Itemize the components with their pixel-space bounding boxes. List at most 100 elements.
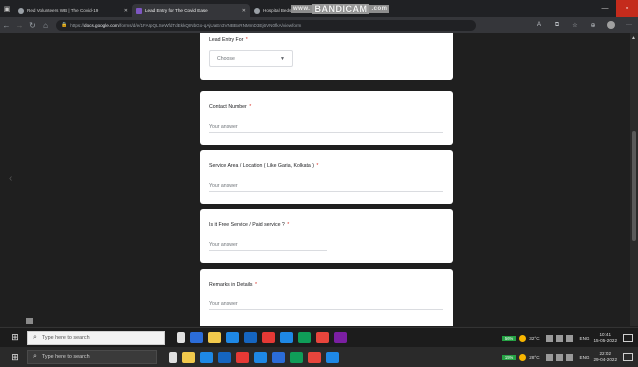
globe-icon: [254, 7, 260, 14]
clock-date: 29-04-2022: [593, 357, 618, 362]
google-forms-icon: [136, 7, 142, 14]
more-menu-icon[interactable]: ···: [620, 22, 638, 28]
service-area-input[interactable]: Your answer: [209, 183, 238, 189]
recorder-icon[interactable]: [334, 332, 347, 343]
cortana-icon[interactable]: [177, 332, 185, 343]
outlook-icon[interactable]: [280, 332, 293, 343]
cortana-icon[interactable]: [169, 351, 177, 363]
taskbar-search-input[interactable]: ⌕ Type here to search: [27, 330, 165, 345]
network-icon[interactable]: [555, 353, 563, 361]
windows-start-icon[interactable]: ⊞: [8, 350, 22, 364]
word-icon[interactable]: [326, 351, 339, 363]
question-card-contact-number: Contact Number * Your answer: [200, 91, 453, 145]
page-scrollbar[interactable]: ▲: [630, 33, 638, 326]
notifications-icon[interactable]: [623, 353, 633, 361]
clock[interactable]: 10:41 15-05-2022: [594, 332, 618, 344]
scrollbar-thumb[interactable]: [632, 131, 636, 241]
page-viewport: ‹ Lead Entry For * Choose ▼ Contact Numb…: [0, 33, 638, 326]
question-title-text: Remarks in Details: [209, 282, 253, 288]
clock-date: 15-05-2022: [593, 338, 618, 343]
file-explorer-icon[interactable]: [182, 351, 195, 363]
windows-taskbar: ⊞ ⌕ Type here to search 15% 28°C ENG 22:…: [0, 347, 638, 367]
search-placeholder: Type here to search: [41, 334, 90, 341]
chrome-icon[interactable]: [316, 332, 329, 343]
profile-avatar[interactable]: [607, 21, 615, 29]
file-explorer-icon[interactable]: [208, 332, 221, 343]
mail-icon[interactable]: [244, 332, 257, 343]
app-icon[interactable]: [290, 351, 303, 363]
notifications-icon[interactable]: [623, 334, 633, 342]
collections-icon[interactable]: ⊕: [584, 22, 602, 29]
forward-icon[interactable]: →: [13, 21, 26, 30]
home-icon[interactable]: ⌂: [39, 21, 52, 30]
weather-widget[interactable]: 32°C: [519, 334, 540, 342]
battery-badge: 15%: [501, 354, 517, 360]
question-card-lead-entry: Lead Entry For * Choose ▼: [200, 33, 453, 80]
mail-icon[interactable]: [218, 351, 231, 363]
taskbar-search-input[interactable]: ⌕ Type here to search: [27, 350, 157, 364]
chrome-icon[interactable]: [308, 351, 321, 363]
clock[interactable]: 22:02 29-04-2022: [594, 351, 618, 363]
language-indicator[interactable]: ENG: [580, 336, 590, 341]
chat-icon: [26, 318, 33, 324]
question-card-remarks: Remarks in Details * Your answer: [200, 269, 453, 326]
search-placeholder: Type here to search: [41, 354, 90, 360]
contact-number-input[interactable]: Your answer: [209, 124, 238, 130]
favorites-star-icon[interactable]: ☆: [566, 22, 584, 29]
question-card-free-paid: Is it Free Service / Paid service ? * Yo…: [200, 209, 453, 263]
url-scheme: https://: [70, 22, 85, 28]
globe-icon: [18, 7, 24, 14]
watermark-www: www.: [291, 4, 313, 13]
question-title: Remarks in Details *: [209, 282, 257, 288]
address-bar-row: ← → ↻ ⌂ 🔒 https://docs.google.com/forms/…: [0, 17, 638, 33]
question-title-text: Service Area / Location ( Like Garia, Ko…: [209, 163, 314, 169]
answer-underline: [209, 250, 327, 251]
outlook-icon[interactable]: [254, 351, 267, 363]
question-title: Lead Entry For *: [209, 37, 248, 43]
tab-lead-entry[interactable]: Lead Entry for The Covid Ease ✕: [132, 4, 250, 17]
system-tray: 56% 32°C ENG 10:41 15-05-2022: [501, 328, 638, 348]
required-asterisk: *: [249, 104, 252, 110]
minimize-icon[interactable]: —: [594, 0, 616, 17]
question-card-service-area: Service Area / Location ( Like Garia, Ko…: [200, 150, 453, 204]
volume-icon[interactable]: [565, 334, 573, 342]
tab-red-volunteers[interactable]: Red Volunteers WB | The Covid-19 ✕: [14, 4, 132, 17]
required-asterisk: *: [245, 37, 248, 43]
language-indicator[interactable]: ENG: [580, 355, 590, 360]
volume-icon[interactable]: [565, 353, 573, 361]
weather-temp: 32°C: [529, 335, 540, 341]
tray-icon[interactable]: [545, 353, 553, 361]
taskbar-apps: [169, 351, 344, 363]
browser-menu-icon[interactable]: ▣: [0, 0, 14, 17]
remarks-input[interactable]: Your answer: [209, 301, 238, 307]
close-window-icon[interactable]: ▫: [616, 0, 638, 17]
back-icon[interactable]: ←: [0, 21, 13, 30]
network-icon[interactable]: [555, 334, 563, 342]
close-tab-icon[interactable]: ✕: [242, 8, 246, 14]
store-icon[interactable]: [226, 332, 239, 343]
weather-widget[interactable]: 28°C: [519, 353, 540, 361]
scroll-up-icon[interactable]: ▲: [631, 35, 636, 41]
read-aloud-icon[interactable]: A: [530, 22, 548, 28]
question-title: Contact Number *: [209, 104, 251, 110]
battery-badge: 56%: [501, 335, 517, 341]
close-tab-icon[interactable]: ✕: [124, 8, 128, 14]
url-path: /forms/d/e/1FAIpQLSeWfdTdEkkQINbGo-qAjUa…: [118, 22, 302, 28]
tray-icon[interactable]: [545, 334, 553, 342]
url-field[interactable]: 🔒 https://docs.google.com/forms/d/e/1FAI…: [56, 19, 476, 31]
windows-start-icon[interactable]: ⊞: [8, 331, 22, 345]
weather-temp: 28°C: [529, 354, 540, 360]
store-icon[interactable]: [200, 351, 213, 363]
browser-toolbar: A ⧉ ☆ ⊕ ···: [530, 17, 638, 33]
chevron-left-icon: ‹: [9, 173, 13, 184]
office-icon[interactable]: [236, 351, 249, 363]
free-paid-input[interactable]: Your answer: [209, 242, 238, 248]
search-icon: ⌕: [33, 333, 37, 341]
edge-icon[interactable]: [190, 332, 203, 343]
reload-icon[interactable]: ↻: [26, 21, 39, 30]
office-icon[interactable]: [262, 332, 275, 343]
lead-entry-dropdown[interactable]: Choose ▼: [209, 50, 293, 67]
edge-icon[interactable]: [272, 351, 285, 363]
extensions-icon[interactable]: ⧉: [548, 22, 566, 29]
app-icon[interactable]: [298, 332, 311, 343]
